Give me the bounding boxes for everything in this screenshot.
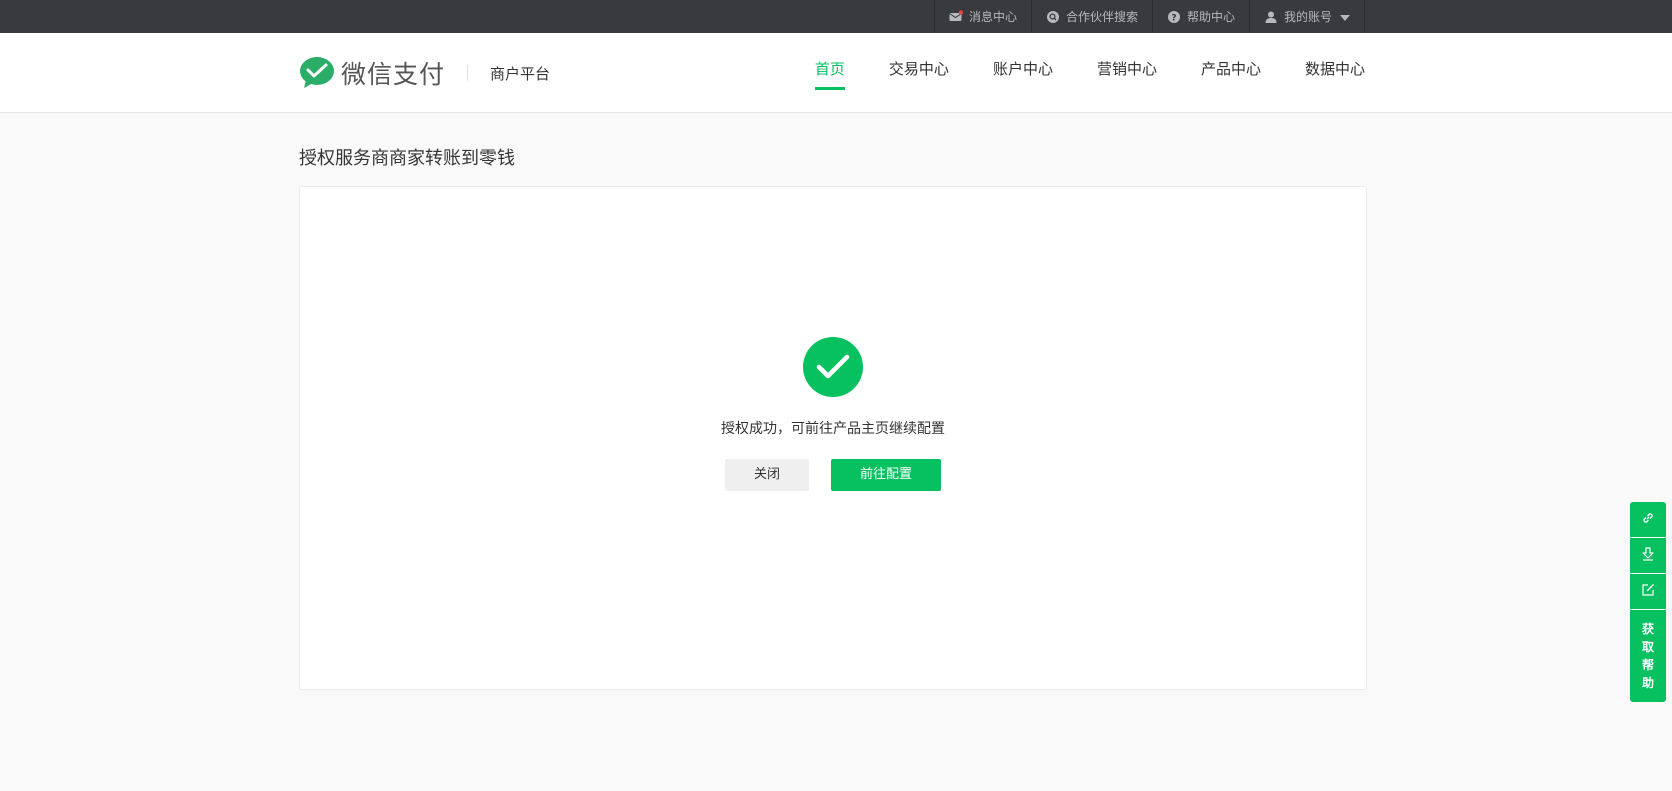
chevron-down-icon <box>1340 10 1350 24</box>
topbar-links: 消息中心 合作伙伴搜索 ? 帮助中心 我的账号 <box>933 0 1365 33</box>
main-header: 微信支付 商户平台 首页 交易中心 账户中心 营销中心 产品中心 数据中心 <box>0 33 1672 113</box>
svg-text:?: ? <box>1171 13 1176 23</box>
float-download-button[interactable] <box>1630 538 1666 574</box>
topbar-message-label: 消息中心 <box>968 10 1017 24</box>
result-card: 授权成功，可前往产品主页继续配置 关闭 前往配置 <box>299 186 1367 690</box>
brand-divider <box>467 65 469 81</box>
brand-name: 微信支付 <box>341 60 446 89</box>
close-button[interactable]: 关闭 <box>725 459 809 491</box>
edit-icon <box>1640 582 1656 602</box>
help-char: 助 <box>1641 676 1654 690</box>
help-char: 获 <box>1641 622 1654 636</box>
success-panel: 授权成功，可前往产品主页继续配置 关闭 前往配置 <box>300 337 1366 491</box>
topbar-help-label: 帮助中心 <box>1186 10 1235 24</box>
topbar-partner-label: 合作伙伴搜索 <box>1065 10 1138 24</box>
nav-transaction-center[interactable]: 交易中心 <box>889 33 949 112</box>
help-char: 取 <box>1641 640 1654 654</box>
nav-product-center[interactable]: 产品中心 <box>1201 33 1261 112</box>
topbar-help-center[interactable]: ? 帮助中心 <box>1151 0 1249 33</box>
user-icon <box>1264 10 1278 24</box>
success-message: 授权成功，可前往产品主页继续配置 <box>721 421 945 437</box>
brand-subtitle: 商户平台 <box>490 64 551 83</box>
topbar-partner-search[interactable]: 合作伙伴搜索 <box>1030 0 1152 33</box>
float-link-button[interactable] <box>1630 502 1666 538</box>
mail-icon <box>949 9 964 24</box>
success-check-icon <box>803 337 863 397</box>
topbar-my-account[interactable]: 我的账号 <box>1248 0 1365 33</box>
main-nav: 首页 交易中心 账户中心 营销中心 产品中心 数据中心 <box>771 33 1365 112</box>
page-title: 授权服务商商家转账到零钱 <box>299 148 515 169</box>
get-help-button[interactable]: 获 取 帮 助 <box>1630 610 1666 702</box>
float-toolbar: 获 取 帮 助 <box>1630 502 1666 702</box>
top-utility-bar: 消息中心 合作伙伴搜索 ? 帮助中心 我的账号 <box>0 0 1672 33</box>
nav-data-center[interactable]: 数据中心 <box>1305 33 1365 112</box>
link-icon <box>1640 510 1656 530</box>
nav-marketing-center[interactable]: 营销中心 <box>1097 33 1157 112</box>
nav-account-center[interactable]: 账户中心 <box>993 33 1053 112</box>
topbar-account-label: 我的账号 <box>1283 10 1332 24</box>
partner-search-icon <box>1046 10 1060 24</box>
nav-home[interactable]: 首页 <box>814 33 845 112</box>
download-icon <box>1640 546 1656 566</box>
help-char: 帮 <box>1641 658 1654 672</box>
help-icon: ? <box>1167 10 1181 24</box>
wechat-pay-logo-icon <box>299 56 335 90</box>
topbar-message-center[interactable]: 消息中心 <box>933 0 1031 33</box>
go-configure-button[interactable]: 前往配置 <box>831 459 941 491</box>
brand[interactable]: 微信支付 商户平台 <box>299 55 550 91</box>
float-edit-button[interactable] <box>1630 574 1666 610</box>
action-buttons: 关闭 前往配置 <box>725 459 941 491</box>
